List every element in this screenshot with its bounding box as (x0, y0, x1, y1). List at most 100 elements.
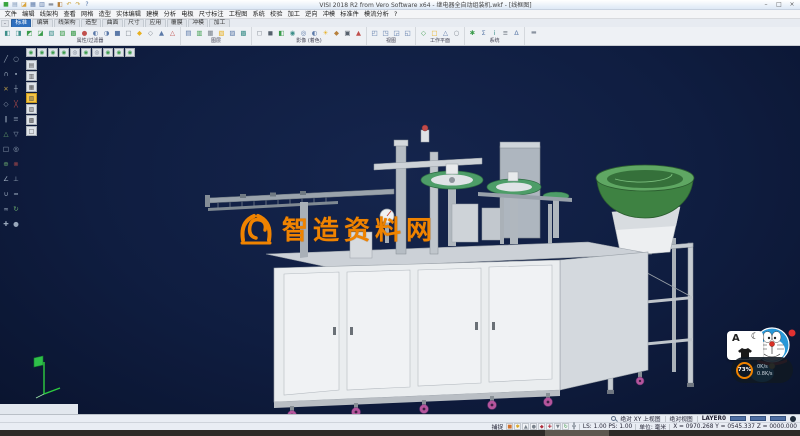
menu-item[interactable]: 冲模 (320, 10, 338, 19)
menu-item[interactable]: 实体编辑 (114, 10, 144, 19)
layer-new-icon[interactable]: ▤ (183, 28, 194, 38)
filter-line-icon[interactable]: ◨ (13, 28, 24, 38)
menu-item[interactable]: 建模 (144, 10, 162, 19)
wp-3pt-icon[interactable]: ○ (451, 28, 462, 38)
select-mode-5-icon[interactable]: ▨ (26, 104, 37, 114)
boolean-add-icon[interactable]: ⊕ (1, 159, 11, 174)
open-file-icon[interactable]: ◪ (20, 1, 28, 9)
snap-tangent-icon[interactable]: ↻ (562, 423, 569, 430)
light-icon[interactable]: ☀ (320, 28, 331, 38)
windows-taskbar[interactable] (0, 430, 800, 436)
vis-texts-icon[interactable]: ◉ (81, 48, 91, 57)
loop-tool-icon[interactable]: ∞ (1, 204, 11, 219)
attr-layer-icon[interactable]: ◑ (101, 28, 112, 38)
sys-database-icon[interactable]: Δ (511, 28, 522, 38)
render-point-icon[interactable]: ● (11, 219, 21, 234)
ribbon-tab[interactable]: 造型 (81, 19, 101, 27)
menu-item[interactable]: 校验 (267, 10, 285, 19)
shaded-mode-icon[interactable]: ◧ (276, 28, 287, 38)
ribbon-tab[interactable]: 应用 (145, 19, 165, 27)
snap-center-icon[interactable]: ◆ (538, 423, 545, 430)
vis-solids-icon[interactable]: ◉ (59, 48, 69, 57)
line-tool-icon[interactable]: ╱ (1, 54, 11, 69)
layer-chip-3[interactable] (770, 416, 786, 421)
sys-info-icon[interactable]: i (489, 28, 500, 38)
mask-none-icon[interactable]: □ (123, 28, 134, 38)
color-swatch-icon[interactable] (790, 416, 796, 422)
ribbon-tab[interactable]: 尺寸 (124, 19, 144, 27)
mirror-tool-icon[interactable]: ▽ (11, 129, 21, 144)
layer-list-icon[interactable]: ▨ (227, 28, 238, 38)
active-layer[interactable]: LAYER0 (702, 416, 726, 422)
snap-free-icon[interactable]: ■ (506, 423, 513, 430)
wp-xy-icon[interactable]: ◇ (418, 28, 429, 38)
triangle-tool-icon[interactable]: △ (1, 129, 11, 144)
ribbon-tab[interactable]: 标准 (11, 19, 31, 27)
layer-chip-1[interactable] (730, 416, 746, 421)
layer-off-icon[interactable]: ▦ (205, 28, 216, 38)
wp-yz-icon[interactable]: △ (440, 28, 451, 38)
ribbon-tab[interactable]: 线架构 (54, 19, 80, 27)
menu-item[interactable]: 分析 (161, 10, 179, 19)
filter-surface-icon[interactable]: ▧ (46, 28, 57, 38)
attr-color-icon[interactable]: ● (79, 28, 90, 38)
perpendicular-icon[interactable]: ⊥ (11, 174, 21, 189)
spline-tool-icon[interactable]: ≈ (11, 189, 21, 204)
union-tool-icon[interactable]: ∪ (1, 189, 11, 204)
create-tool-icon[interactable]: ✚ (1, 219, 11, 234)
transparent-mode-icon[interactable]: ◎ (298, 28, 309, 38)
material-icon[interactable]: ◆ (331, 28, 342, 38)
scale-indicator[interactable]: LS: 1.00 PS: 1.00 (583, 424, 632, 430)
select-mode-4-icon[interactable]: ▧ (26, 93, 37, 103)
snap-mid-icon[interactable]: ▲ (522, 423, 529, 430)
undo-icon[interactable]: ↶ (65, 1, 73, 9)
sys-macro-icon[interactable]: Σ (478, 28, 489, 38)
vis-axes-icon[interactable]: ◎ (92, 48, 102, 57)
ribbon-tab[interactable]: 覆膜 (167, 19, 187, 27)
filter-point-icon[interactable]: ◧ (2, 28, 13, 38)
menu-item[interactable]: 电极 (179, 10, 197, 19)
menu-item[interactable]: 逆向 (303, 10, 321, 19)
trim-tool-icon[interactable]: ✕ (1, 84, 11, 99)
select-mode-2-icon[interactable]: ▥ (26, 71, 37, 81)
sys-settings-icon[interactable]: ≡ (500, 28, 511, 38)
menu-item[interactable]: 标准件 (338, 10, 362, 19)
menu-item[interactable]: 编辑 (20, 10, 38, 19)
vis-grid-icon[interactable]: ◉ (114, 48, 124, 57)
snap-grab-icon[interactable]: ✱ (514, 423, 521, 430)
menu-item[interactable]: 查看 (61, 10, 79, 19)
select-box-icon[interactable]: ▲ (156, 28, 167, 38)
grid-tool-icon[interactable]: ┼ (11, 84, 21, 99)
arc-tool-icon[interactable]: ∩ (1, 69, 11, 84)
view-right-icon[interactable]: ◱ (402, 28, 413, 38)
filter-circle-icon[interactable]: ◪ (35, 28, 46, 38)
select-color-icon[interactable]: △ (167, 28, 178, 38)
select-mode-3-icon[interactable]: ▦ (26, 82, 37, 92)
mask-invert-icon[interactable]: ◆ (134, 28, 145, 38)
vis-dims-icon[interactable]: ◎ (70, 48, 80, 57)
filter-arc-icon[interactable]: ◩ (24, 28, 35, 38)
redo-icon[interactable]: ↷ (74, 1, 82, 9)
snap-end-icon[interactable]: ● (530, 423, 537, 430)
perspective-icon[interactable]: ◐ (309, 28, 320, 38)
hidden-line-icon[interactable]: ◼ (265, 28, 276, 38)
select-mode-7-icon[interactable]: □ (26, 126, 37, 136)
ribbon-tab[interactable]: 加工 (209, 19, 229, 27)
3d-viewport[interactable]: 智造资料网 ◉◉◉◉◎◉◎◉◉◉ ▤▥▦▧▨▩□ ╱○∩∙✕┼◇╳∥≡△▽□◎⊕… (0, 46, 800, 414)
ribbon-tab[interactable]: 编辑 (32, 19, 52, 27)
save-file-icon[interactable]: ▦ (29, 1, 37, 9)
grid-toggle-icon[interactable]: ╬ (572, 423, 576, 430)
taskbar-active-app[interactable] (545, 430, 609, 436)
attr-linetype-icon[interactable]: ◐ (90, 28, 101, 38)
circle-tool-icon[interactable]: ○ (11, 54, 21, 69)
angle-measure-icon[interactable]: ∠ (1, 174, 11, 189)
ribbon-tab[interactable]: 曲面 (102, 19, 122, 27)
list-tool-icon[interactable]: ≡ (11, 114, 21, 129)
menu-item[interactable]: 工程图 (226, 10, 250, 19)
boolean-subtract-icon[interactable]: ⊗ (11, 159, 21, 174)
select-mode-6-icon[interactable]: ▩ (26, 115, 37, 125)
rotate-tool-icon[interactable]: ↻ (11, 204, 21, 219)
print-area-icon[interactable]: ▬ (531, 27, 537, 45)
background-icon[interactable]: ▣ (342, 28, 353, 38)
minimize-button[interactable]: – (760, 1, 772, 9)
